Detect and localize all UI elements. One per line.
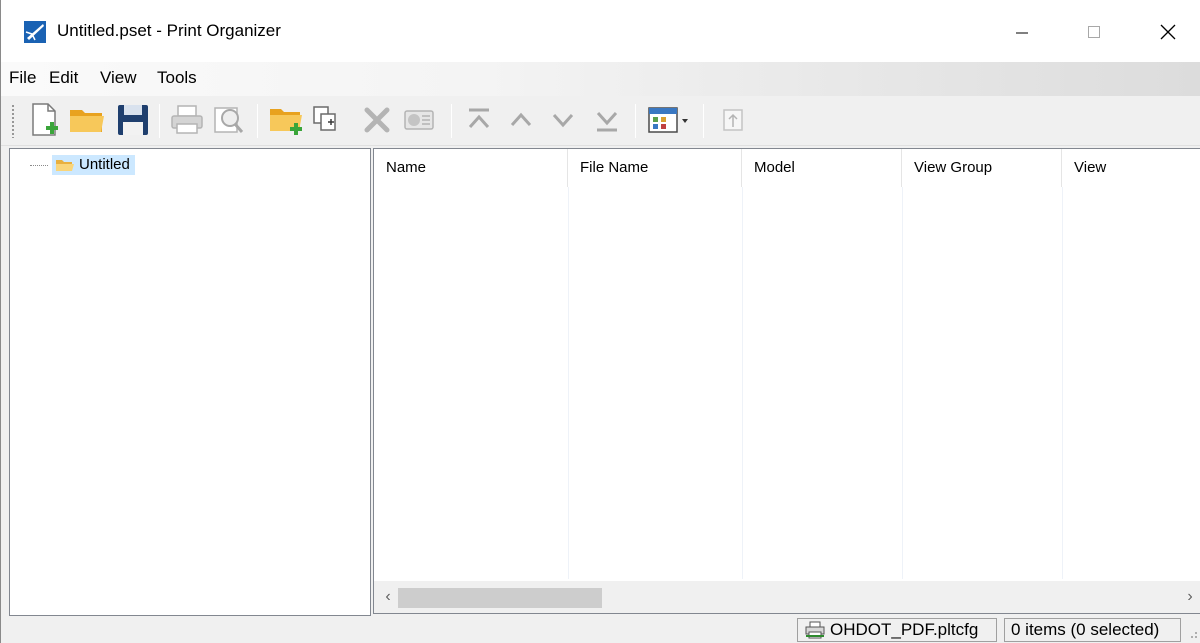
save-button[interactable] bbox=[113, 100, 153, 140]
delete-x-icon bbox=[364, 107, 390, 133]
minimize-button[interactable] bbox=[999, 10, 1045, 54]
column-header-view-group[interactable]: View Group bbox=[902, 149, 1062, 187]
tree-node-text: Untitled bbox=[79, 156, 130, 173]
printer-config-text: OHDOT_PDF.pltcfg bbox=[830, 620, 979, 639]
delete-button[interactable] bbox=[357, 100, 397, 140]
save-disk-icon bbox=[118, 105, 148, 135]
scroll-left-button[interactable]: ‹ bbox=[378, 587, 398, 607]
move-bottom-icon bbox=[596, 111, 618, 132]
move-top-icon bbox=[468, 108, 490, 129]
promote-button[interactable] bbox=[713, 100, 753, 140]
column-divider bbox=[568, 187, 569, 579]
column-header-name[interactable]: Name bbox=[374, 149, 568, 187]
printer-icon bbox=[805, 621, 825, 639]
print-button[interactable] bbox=[167, 100, 207, 140]
promote-icon bbox=[723, 109, 743, 131]
display-mode-button[interactable] bbox=[643, 100, 695, 140]
printer-icon bbox=[171, 105, 203, 134]
menu-edit[interactable]: Edit bbox=[47, 68, 80, 88]
new-set-button[interactable] bbox=[25, 100, 65, 140]
resize-grip-icon[interactable] bbox=[1185, 626, 1199, 640]
list-panel[interactable]: Name File Name Model View Group View ‹ › bbox=[373, 148, 1200, 614]
tree-panel[interactable]: Untitled bbox=[9, 148, 371, 616]
add-folder-button[interactable] bbox=[267, 100, 307, 140]
toolbar-separator bbox=[703, 104, 704, 138]
tree-node-label[interactable]: Untitled bbox=[52, 155, 135, 175]
chevron-left-icon: ‹ bbox=[385, 588, 391, 605]
window-title: Untitled.pset - Print Organizer bbox=[57, 21, 281, 40]
open-button[interactable] bbox=[67, 100, 107, 140]
column-header-view[interactable]: View bbox=[1062, 149, 1200, 187]
toolbar-grip[interactable] bbox=[11, 104, 15, 138]
tree-connector bbox=[30, 164, 48, 166]
status-printer-config[interactable]: OHDOT_PDF.pltcfg bbox=[797, 618, 997, 642]
scroll-right-button[interactable]: › bbox=[1180, 587, 1200, 607]
move-bottom-button[interactable] bbox=[587, 100, 627, 140]
close-button[interactable] bbox=[1145, 10, 1191, 54]
menu-file[interactable]: File bbox=[7, 68, 38, 88]
maximize-icon bbox=[1088, 26, 1100, 38]
menu-view[interactable]: View bbox=[98, 68, 139, 88]
toolbar-separator bbox=[159, 104, 160, 138]
folder-icon bbox=[56, 159, 74, 171]
close-icon bbox=[1160, 24, 1176, 40]
preview-icon bbox=[214, 107, 244, 133]
scroll-thumb[interactable] bbox=[398, 588, 602, 608]
print-organizer-window: Untitled.pset - Print Organizer File Edi… bbox=[0, 0, 1200, 643]
toolbar-separator bbox=[451, 104, 452, 138]
properties-icon bbox=[404, 110, 434, 130]
column-divider bbox=[1062, 187, 1063, 579]
column-header-file-name[interactable]: File Name bbox=[568, 149, 742, 187]
add-files-button[interactable] bbox=[307, 100, 347, 140]
toolbar-separator bbox=[257, 104, 258, 138]
display-mode-icon bbox=[648, 107, 688, 133]
move-down-icon bbox=[552, 113, 574, 128]
minimize-icon bbox=[1016, 32, 1028, 34]
menu-bar: File Edit View Tools bbox=[1, 62, 1200, 96]
move-down-button[interactable] bbox=[543, 100, 583, 140]
add-files-icon bbox=[313, 106, 336, 131]
chevron-right-icon: › bbox=[1187, 588, 1193, 605]
new-file-icon bbox=[32, 103, 58, 136]
tree-node-root[interactable]: Untitled bbox=[30, 153, 135, 177]
toolbar bbox=[1, 96, 1200, 146]
open-folder-icon bbox=[70, 110, 104, 132]
status-item-count: 0 items (0 selected) bbox=[1004, 618, 1181, 642]
title-bar: Untitled.pset - Print Organizer bbox=[1, 0, 1200, 62]
maximize-button[interactable] bbox=[1071, 10, 1117, 54]
column-divider bbox=[902, 187, 903, 579]
menu-tools[interactable]: Tools bbox=[155, 68, 199, 88]
move-top-button[interactable] bbox=[459, 100, 499, 140]
properties-button[interactable] bbox=[399, 100, 439, 140]
move-up-button[interactable] bbox=[501, 100, 541, 140]
horizontal-scrollbar[interactable]: ‹ › bbox=[374, 581, 1200, 613]
toolbar-separator bbox=[635, 104, 636, 138]
preview-button[interactable] bbox=[209, 100, 249, 140]
print-organizer-app-icon bbox=[24, 21, 46, 43]
column-divider bbox=[742, 187, 743, 579]
column-header-model[interactable]: Model bbox=[742, 149, 902, 187]
item-count-text: 0 items (0 selected) bbox=[1011, 620, 1160, 639]
move-up-icon bbox=[510, 112, 532, 127]
add-folder-icon bbox=[270, 109, 302, 135]
status-bar: OHDOT_PDF.pltcfg 0 items (0 selected) bbox=[1, 616, 1200, 643]
